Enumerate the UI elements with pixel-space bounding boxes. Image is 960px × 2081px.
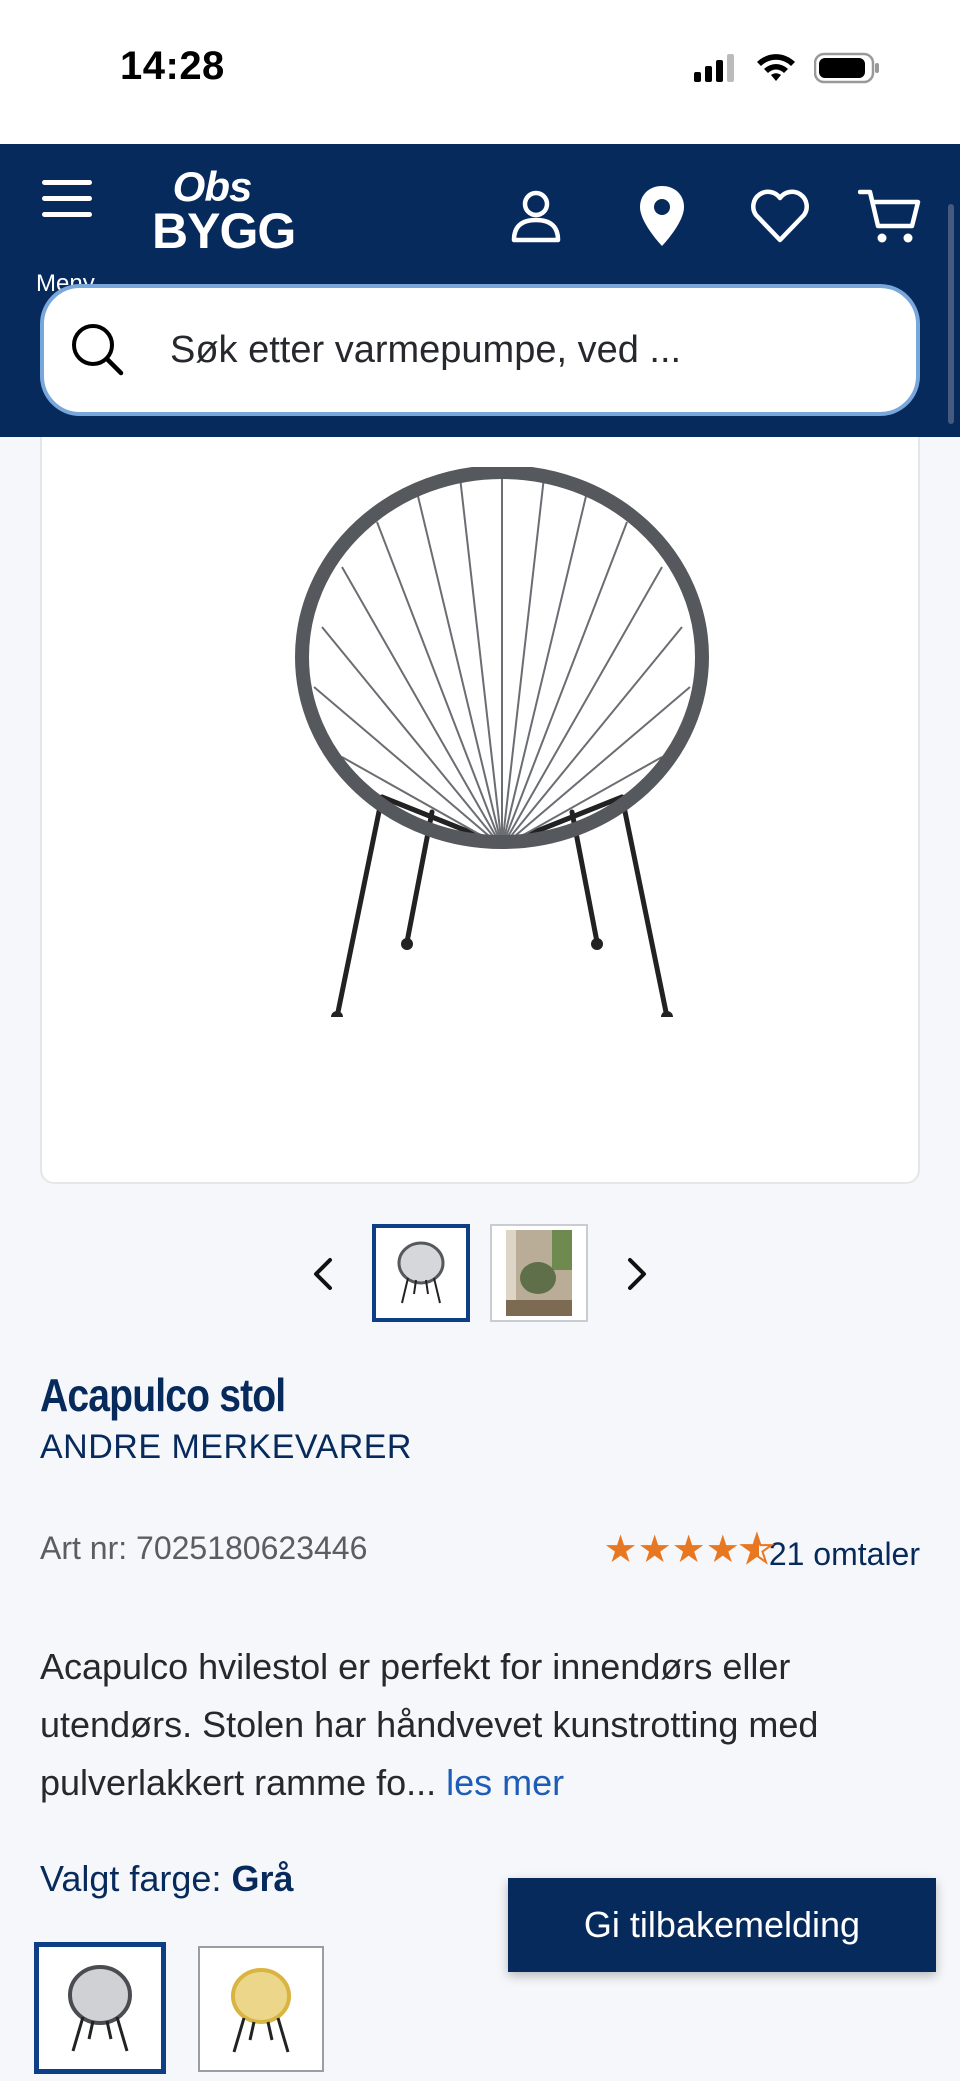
thumbnail-chair-lifestyle[interactable] [490, 1224, 588, 1322]
status-icons [694, 52, 880, 84]
read-more-link[interactable]: les mer [446, 1762, 564, 1803]
star-full-icon: ★ [603, 1529, 638, 1571]
product-description: Acapulco hvilestol er perfekt for innend… [40, 1638, 920, 1812]
cart-icon[interactable] [858, 184, 922, 248]
search-bar [40, 284, 920, 416]
lifestyle-thumbnail-icon [506, 1230, 572, 1316]
star-half-icon: ★ ★ [739, 1529, 775, 1571]
product-image-chair [295, 467, 709, 1017]
chevron-left-icon[interactable] [302, 1252, 346, 1296]
yellow-chair-swatch-icon [231, 1968, 291, 2053]
product-brand[interactable]: ANDRE MERKEVARER [40, 1428, 412, 1467]
star-full-icon: ★ [705, 1529, 740, 1571]
thumbnail-chair-grey[interactable] [372, 1224, 470, 1322]
color-swatch-grey[interactable] [34, 1942, 166, 2074]
star-full-icon: ★ [671, 1529, 706, 1571]
scrollbar[interactable] [948, 204, 954, 424]
product-title: Acapulco stol [40, 1369, 286, 1421]
product-image-card[interactable] [40, 437, 920, 1184]
search-icon[interactable] [70, 322, 124, 376]
star-full-icon: ★ [637, 1529, 672, 1571]
selected-color-value: Grå [231, 1858, 294, 1899]
wifi-icon [757, 54, 795, 81]
status-time: 14:28 [120, 44, 225, 88]
location-icon[interactable] [630, 184, 694, 248]
heart-icon[interactable] [748, 184, 812, 248]
search-input[interactable] [170, 320, 870, 380]
obs-bygg-logo[interactable]: Obs BYGG [152, 166, 296, 257]
description-text: Acapulco hvilestol er perfekt for innend… [40, 1646, 819, 1803]
grey-chair-swatch-icon [68, 1965, 132, 2052]
feedback-button[interactable]: Gi tilbakemelding [508, 1878, 936, 1972]
status-bar: 14:28 [0, 0, 960, 144]
signal-icon [694, 54, 734, 82]
menu-button[interactable]: Meny [32, 180, 104, 297]
selected-color-label: Valgt farge: Grå [40, 1858, 294, 1899]
chair-thumbnail-icon [397, 1241, 445, 1304]
battery-icon [814, 52, 879, 84]
hamburger-icon [42, 180, 92, 228]
account-icon[interactable] [504, 184, 568, 248]
chevron-right-icon[interactable] [614, 1252, 658, 1296]
color-swatch-yellow[interactable] [198, 1946, 324, 2072]
product-page: 14:28 Meny Obs BYGG Søk etter varmepumpe… [0, 0, 960, 2081]
site-header: Meny Obs BYGG [0, 144, 960, 437]
article-number: Art nr: 7025180623446 [40, 1530, 368, 1566]
rating-stars: ★ ★ ★ ★ ★ ★ [603, 1529, 775, 1578]
product-rating[interactable]: ★ ★ ★ ★ ★ ★ 21 omtaler [603, 1529, 921, 1578]
gallery-thumbnails [0, 1224, 960, 1324]
reviews-link[interactable]: 21 omtaler [769, 1536, 920, 1573]
